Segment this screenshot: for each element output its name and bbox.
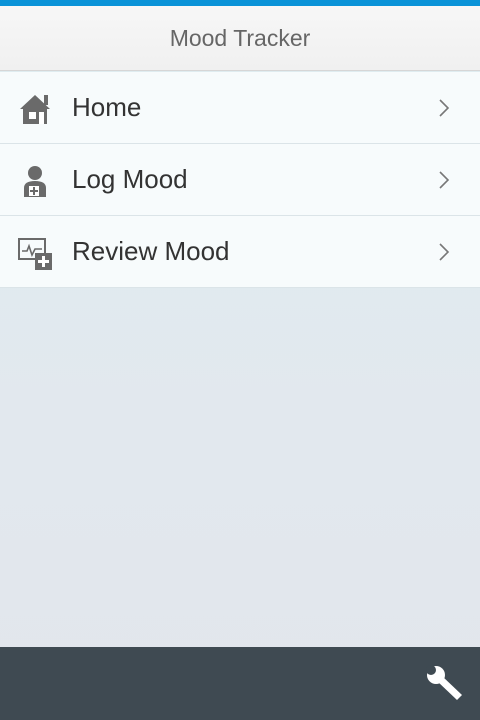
chevron-right-icon: [439, 243, 450, 261]
chevron-right-icon: [439, 171, 450, 189]
menu-item-log-mood[interactable]: Log Mood: [0, 144, 480, 216]
menu-item-home[interactable]: Home: [0, 72, 480, 144]
menu-item-review-mood[interactable]: Review Mood: [0, 216, 480, 288]
doctor-icon: [18, 164, 52, 198]
menu-item-label: Log Mood: [72, 164, 188, 194]
menu-item-label: Review Mood: [72, 236, 230, 266]
page-title: Mood Tracker: [169, 24, 311, 51]
monitor-chart-add-icon: [18, 236, 52, 270]
home-icon: [18, 92, 52, 126]
menu-item-label: Home: [72, 92, 142, 122]
app-footer: [0, 647, 480, 720]
nav-menu: Home Log Mood Review Mood: [0, 72, 480, 288]
wrench-icon[interactable]: [426, 665, 464, 703]
chevron-right-icon: [439, 99, 450, 117]
app-header: Mood Tracker: [0, 6, 480, 71]
